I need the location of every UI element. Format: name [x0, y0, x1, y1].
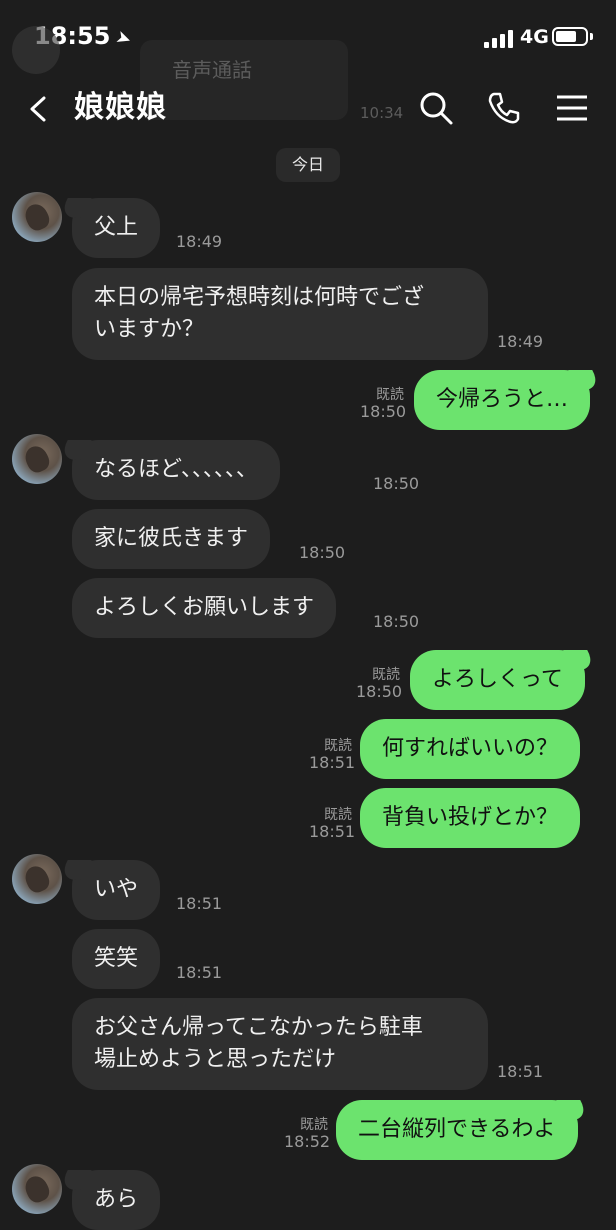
- message-time: 18:50: [373, 474, 420, 493]
- avatar[interactable]: [12, 1164, 62, 1214]
- outgoing-message[interactable]: 背負い投げとか？: [360, 788, 581, 848]
- incoming-message[interactable]: なるほど、、、、、、: [72, 440, 280, 500]
- incoming-message[interactable]: いや: [72, 860, 161, 920]
- message-time: 18:51: [309, 753, 356, 772]
- date-divider: 今日: [276, 148, 340, 182]
- message-time: 18:49: [176, 232, 223, 251]
- message-time: 18:50: [299, 543, 346, 562]
- menu-icon[interactable]: [554, 90, 590, 126]
- incoming-message[interactable]: お父さん帰ってこなかったら駐車 場止めようと思っただけ: [72, 998, 488, 1090]
- read-receipt: 既読: [324, 807, 352, 823]
- avatar[interactable]: [12, 434, 62, 484]
- network-type: 4G: [520, 26, 549, 48]
- outgoing-message[interactable]: よろしくって: [410, 650, 585, 710]
- message-time: 18:51: [176, 894, 223, 913]
- outgoing-message[interactable]: 何すればいいの？: [360, 719, 581, 779]
- incoming-message[interactable]: よろしくお願いします: [72, 578, 337, 638]
- outgoing-message[interactable]: 今帰ろうと…: [414, 370, 591, 430]
- battery-cap: [590, 33, 593, 40]
- phone-icon[interactable]: [486, 90, 522, 126]
- ghost-avatar: [12, 26, 60, 74]
- message-time: 18:49: [497, 332, 544, 351]
- message-time: 18:51: [497, 1062, 544, 1081]
- incoming-message[interactable]: あら: [72, 1170, 161, 1230]
- battery-icon: [552, 27, 588, 46]
- back-chevron-icon[interactable]: [26, 96, 52, 122]
- read-receipt: 既読: [324, 738, 352, 754]
- incoming-message[interactable]: 家に彼氏きます: [72, 509, 271, 569]
- message-time: 18:50: [360, 402, 407, 421]
- avatar[interactable]: [12, 192, 62, 242]
- read-receipt: 既読: [372, 667, 400, 683]
- message-time: 18:50: [373, 612, 420, 631]
- read-receipt: 既読: [376, 387, 404, 403]
- search-icon[interactable]: [418, 90, 454, 126]
- location-arrow-icon: ➤: [113, 26, 135, 51]
- incoming-message[interactable]: 父上: [72, 198, 161, 258]
- avatar[interactable]: [12, 854, 62, 904]
- cellular-signal-icon: [484, 30, 514, 48]
- message-time: 18:51: [309, 822, 356, 841]
- chat-title: 娘娘娘: [74, 90, 167, 125]
- message-time: 18:50: [356, 682, 403, 701]
- incoming-message[interactable]: 笑笑: [72, 929, 161, 989]
- message-time: 18:52: [284, 1132, 331, 1151]
- incoming-message[interactable]: 本日の帰宅予想時刻は何時でござ いますか？: [72, 268, 488, 360]
- read-receipt: 既読: [300, 1117, 328, 1133]
- outgoing-message[interactable]: 二台縦列できるわよ: [336, 1100, 578, 1160]
- message-time: 18:51: [176, 963, 223, 982]
